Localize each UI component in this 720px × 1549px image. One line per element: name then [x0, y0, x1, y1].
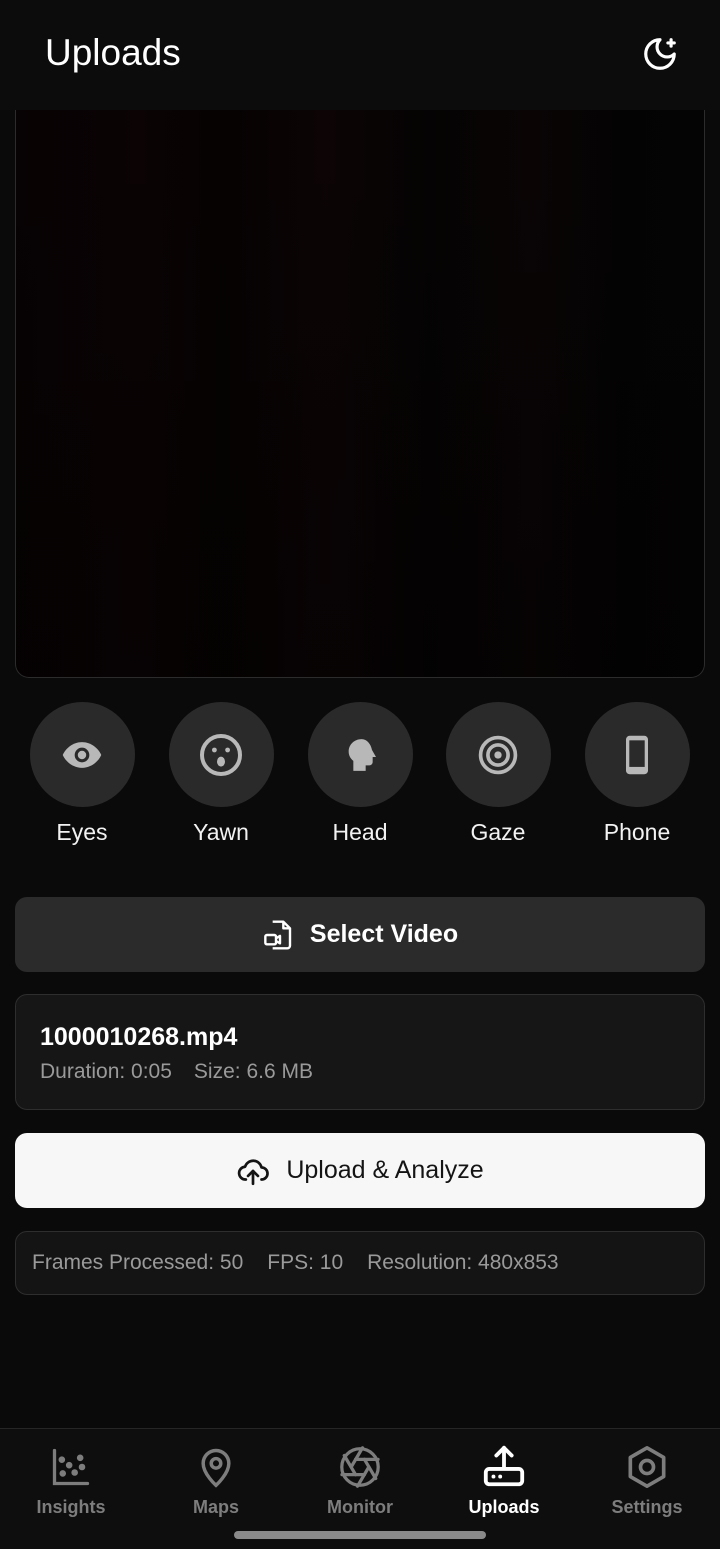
- toggle-eyes-circle[interactable]: [29, 702, 135, 807]
- toggle-head-label: Head: [332, 819, 388, 845]
- toggle-yawn-circle[interactable]: [168, 702, 274, 807]
- video-file-icon: [264, 919, 292, 950]
- video-preview: [15, 110, 705, 678]
- upload-tray-icon: [483, 1445, 525, 1487]
- toggle-eyes[interactable]: Eyes: [29, 702, 135, 846]
- toggle-phone-circle[interactable]: [584, 702, 690, 807]
- scatter-chart-icon: [52, 1448, 90, 1486]
- nav-monitor[interactable]: Monitor: [300, 1443, 420, 1518]
- nav-settings-label: Settings: [611, 1497, 683, 1517]
- nav-maps-label: Maps: [192, 1497, 239, 1517]
- phone-icon: [626, 735, 648, 774]
- home-indicator[interactable]: [234, 1531, 486, 1539]
- resolution-value: Resolution: 480x853: [367, 1251, 559, 1274]
- toggle-yawn-label: Yawn: [193, 819, 249, 845]
- frames-processed: Frames Processed: 50: [32, 1251, 244, 1274]
- toggle-gaze-label: Gaze: [470, 819, 526, 845]
- processing-stats: Frames Processed: 50 FPS: 10 Resolution: 4…: [15, 1231, 705, 1295]
- upload-analyze-button[interactable]: Upload & Analyze: [15, 1133, 705, 1208]
- yawn-face-icon: [200, 733, 242, 776]
- head-icon: [348, 738, 376, 771]
- file-meta: Duration: 0:05 Size: 6.6 MB: [40, 1060, 313, 1084]
- file-duration: Duration: 0:05: [40, 1060, 172, 1083]
- target-icon: [478, 735, 518, 774]
- app-header: Uploads: [0, 0, 720, 110]
- selected-file-card: 1000010268.mp4 Duration: 0:05 Size: 6.6 M…: [15, 994, 705, 1110]
- fps-value: FPS: 10: [267, 1251, 344, 1274]
- file-size: Size: 6.6 MB: [193, 1060, 313, 1083]
- toggle-gaze-circle[interactable]: [445, 702, 551, 807]
- hexagon-settings-icon: [628, 1446, 666, 1488]
- nav-settings[interactable]: Settings: [587, 1443, 707, 1518]
- toggle-head-circle[interactable]: [307, 702, 413, 807]
- nav-uploads[interactable]: Uploads: [444, 1443, 564, 1518]
- aperture-icon: [340, 1446, 380, 1488]
- upload-analyze-label: Upload & Analyze: [286, 1156, 484, 1184]
- toggle-yawn[interactable]: Yawn: [168, 702, 274, 846]
- map-pin-icon: [201, 1448, 231, 1488]
- nav-insights-label: Insights: [36, 1497, 106, 1517]
- moon-sparkle-icon: [644, 38, 676, 70]
- nav-maps[interactable]: Maps: [156, 1443, 276, 1518]
- toggle-gaze[interactable]: Gaze: [445, 702, 551, 846]
- page-title: Uploads: [45, 32, 181, 73]
- toggle-phone-label: Phone: [603, 819, 671, 845]
- toggle-eyes-label: Eyes: [56, 819, 108, 845]
- select-video-button[interactable]: Select Video: [15, 897, 705, 972]
- file-name: 1000010268.mp4: [40, 1023, 238, 1051]
- eye-icon: [62, 741, 102, 768]
- select-video-label: Select Video: [309, 920, 459, 948]
- toggle-head[interactable]: Head: [307, 702, 413, 846]
- cloud-upload-icon: [238, 1158, 270, 1185]
- nav-uploads-label: Uploads: [468, 1497, 540, 1517]
- theme-toggle-button[interactable]: [638, 32, 682, 76]
- nav-monitor-label: Monitor: [327, 1497, 393, 1517]
- nav-insights[interactable]: Insights: [11, 1443, 131, 1518]
- detector-toggles: Eyes Yawn Head Gaze Phone: [0, 702, 720, 852]
- toggle-phone[interactable]: Phone: [584, 702, 690, 846]
